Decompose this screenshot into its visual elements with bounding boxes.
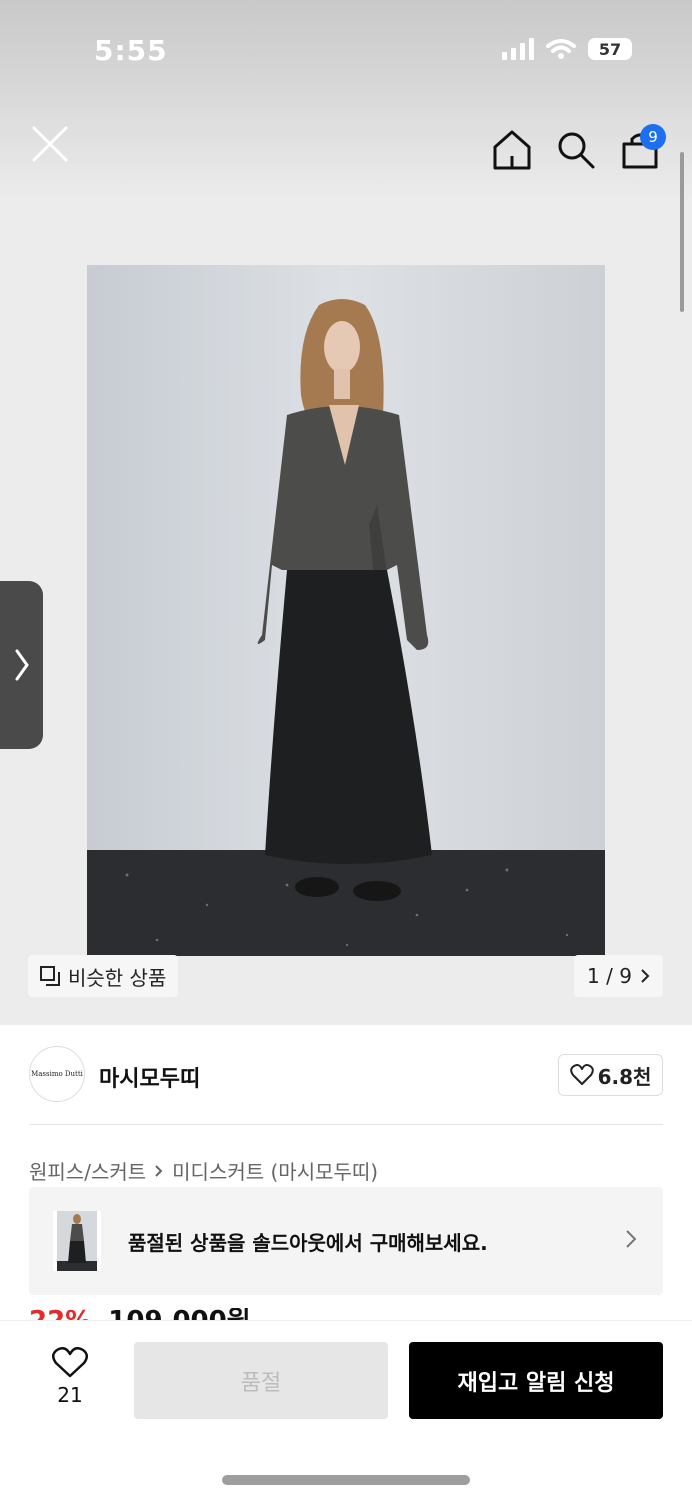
discount-rate: 22% <box>29 1308 91 1320</box>
brand-like-count: 6.8천 <box>597 1064 652 1089</box>
status-time: 5:55 <box>94 34 168 67</box>
brand-logo[interactable]: Massimo Dutti <box>29 1046 85 1102</box>
chevron-right-icon <box>15 649 29 681</box>
heart-icon <box>569 1064 594 1085</box>
home-indicator <box>222 1475 470 1485</box>
battery-icon: 57 <box>588 38 632 60</box>
brand-like-button[interactable]: 6.8천 <box>558 1054 663 1096</box>
side-panel-tab[interactable] <box>0 581 43 749</box>
copy-icon <box>40 966 60 986</box>
breadcrumb-category[interactable]: 원피스/스커트 <box>29 1156 146 1185</box>
search-button[interactable] <box>554 128 598 172</box>
breadcrumb: 원피스/스커트 미디스커트 (마시모두띠) <box>29 1156 378 1185</box>
brand-name[interactable]: 마시모두띠 <box>99 1061 200 1093</box>
price-amount: 109,000원 <box>108 1308 250 1320</box>
close-button[interactable] <box>28 122 72 166</box>
chevron-right-icon <box>155 1164 163 1177</box>
bottom-action-bar: 21 품절 재입고 알림 신청 <box>0 1320 692 1500</box>
similar-products-button[interactable]: 비슷한 상품 <box>28 955 179 997</box>
price-row: 22% 109,000원 <box>29 1308 251 1320</box>
banner-text: 품절된 상품을 솔드아웃에서 구매해보세요. <box>128 1231 488 1255</box>
shopping-bag-button[interactable]: 9 <box>618 124 666 172</box>
similar-products-label: 비슷한 상품 <box>68 965 167 990</box>
wifi-icon <box>546 39 576 59</box>
image-counter: 1 / 9 <box>587 964 632 988</box>
divider <box>29 1124 663 1125</box>
product-photo <box>87 265 605 956</box>
soldout-button: 품절 <box>134 1342 388 1419</box>
chevron-right-icon <box>641 969 650 983</box>
banner-thumbnail <box>53 1211 101 1271</box>
heart-icon <box>52 1347 88 1378</box>
close-icon <box>32 126 68 162</box>
status-bar: 5:55 57 <box>0 0 692 100</box>
search-icon <box>558 132 595 169</box>
status-icons: 57 <box>502 38 632 60</box>
home-icon <box>493 130 531 170</box>
wishlist-count: 21 <box>57 1383 83 1407</box>
product-image[interactable] <box>87 265 605 956</box>
home-button[interactable] <box>490 128 534 172</box>
soldout-banner[interactable]: 품절된 상품을 솔드아웃에서 구매해보세요. <box>29 1187 663 1295</box>
chevron-right-icon <box>626 1230 637 1248</box>
cart-count-badge: 9 <box>640 124 666 150</box>
restock-alert-button[interactable]: 재입고 알림 신청 <box>409 1342 663 1419</box>
brand-row: Massimo Dutti 마시모두띠 6.8천 <box>0 1025 692 1125</box>
image-pager[interactable]: 1 / 9 <box>574 955 663 997</box>
signal-icon <box>502 38 534 60</box>
scrollbar[interactable] <box>680 152 684 312</box>
wishlist-button[interactable]: 21 <box>40 1347 100 1407</box>
breadcrumb-subcategory[interactable]: 미디스커트 (마시모두띠) <box>172 1156 378 1185</box>
